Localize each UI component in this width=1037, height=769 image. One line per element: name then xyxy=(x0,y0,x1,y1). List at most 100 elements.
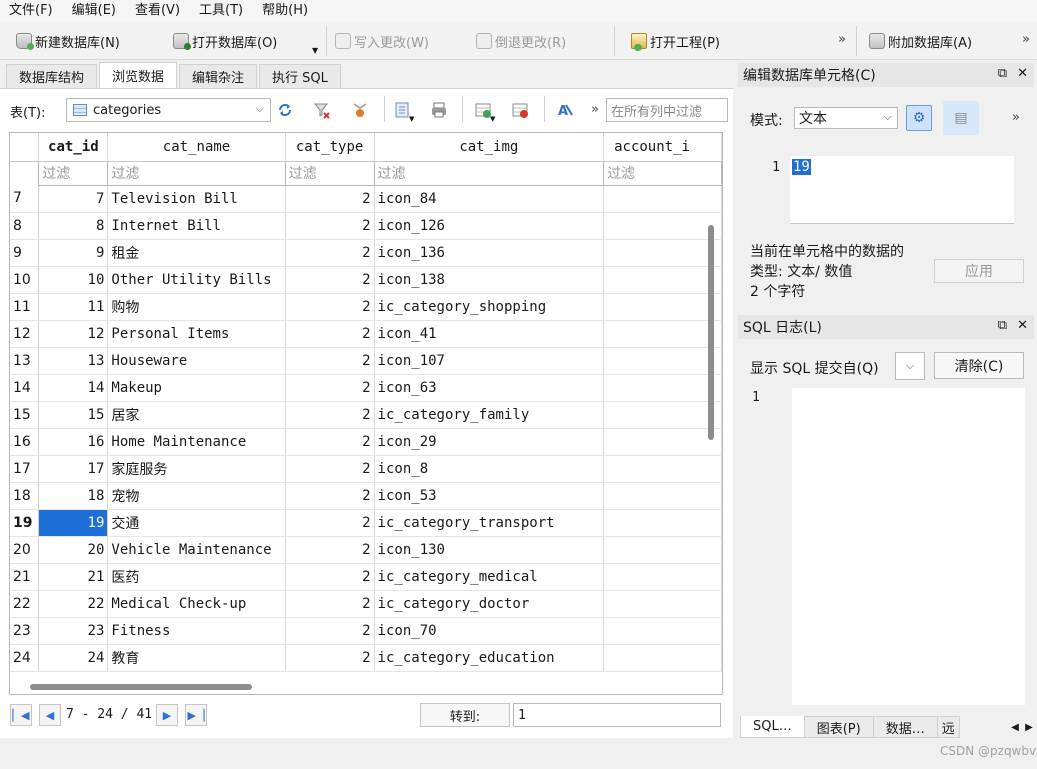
table-row[interactable]: 21 21 医药 2 ic_category_medical xyxy=(10,563,722,591)
horizontal-scrollbar[interactable] xyxy=(30,684,252,690)
row-number[interactable]: 20 xyxy=(10,536,40,564)
filter-cat-img[interactable]: 过滤 xyxy=(373,160,605,186)
insert-record-dropdown-icon[interactable]: ▼ xyxy=(490,115,495,123)
cell-cat-type[interactable]: 2 xyxy=(285,320,375,348)
open-database-dropdown-icon[interactable]: ▼ xyxy=(312,46,318,55)
cell-cat-type[interactable]: 2 xyxy=(285,590,375,618)
table-row[interactable]: 13 13 Houseware 2 icon_107 xyxy=(10,347,722,375)
tab-scroll-left-icon[interactable]: ◀ xyxy=(1008,717,1022,737)
next-page-button[interactable]: ▶ xyxy=(156,704,178,726)
row-number[interactable]: 10 xyxy=(10,266,40,294)
cell-cat-img[interactable]: icon_138 xyxy=(374,266,605,294)
toolbar-overflow-icon[interactable]: » xyxy=(838,32,846,47)
row-number[interactable]: 8 xyxy=(10,212,40,240)
close-icon[interactable]: ✕ xyxy=(1017,66,1028,81)
cell-cat-img[interactable]: ic_category_medical xyxy=(374,563,605,591)
cell-cat-img[interactable]: icon_70 xyxy=(374,617,605,645)
cell-cat-name[interactable]: 家庭服务 xyxy=(107,455,286,483)
row-number[interactable]: 24 xyxy=(10,644,40,672)
table-row[interactable]: 8 8 Internet Bill 2 icon_126 xyxy=(10,212,722,240)
tab-remote[interactable]: 远 xyxy=(936,716,960,738)
tab-database-structure[interactable]: 数据库结构 xyxy=(6,64,98,88)
menu-help[interactable]: 帮助(H) xyxy=(257,0,313,22)
cell-cat-type[interactable]: 2 xyxy=(285,212,375,240)
cell-account-id[interactable] xyxy=(603,455,722,483)
menu-tools[interactable]: 工具(T) xyxy=(194,0,248,22)
cell-cat-name[interactable]: Internet Bill xyxy=(107,212,286,240)
table-row[interactable]: 18 18 宠物 2 icon_53 xyxy=(10,482,722,510)
cell-cat-type[interactable]: 2 xyxy=(285,536,375,564)
vertical-scrollbar[interactable] xyxy=(708,225,714,440)
refresh-icon[interactable] xyxy=(276,101,294,119)
row-number[interactable]: 19 xyxy=(10,509,40,537)
cell-editor[interactable]: 1 19 xyxy=(762,156,1014,224)
row-number[interactable]: 21 xyxy=(10,563,40,591)
filter-cat-name[interactable]: 过滤 xyxy=(107,160,286,186)
row-number[interactable]: 15 xyxy=(10,401,40,429)
cell-cat-name[interactable]: 居家 xyxy=(107,401,286,429)
column-header-cat-type[interactable]: cat_type xyxy=(285,133,375,162)
table-select[interactable]: categories ⌵ xyxy=(66,98,271,122)
cell-cat-id[interactable]: 22 xyxy=(38,590,109,618)
goto-input[interactable]: 1 xyxy=(513,703,721,727)
delete-record-icon[interactable] xyxy=(511,101,529,119)
cell-cat-id[interactable]: 11 xyxy=(38,293,109,321)
cell-cat-type[interactable]: 2 xyxy=(285,347,375,375)
cell-cat-img[interactable]: icon_84 xyxy=(374,185,605,213)
cell-account-id[interactable] xyxy=(603,617,722,645)
column-header-cat-id[interactable]: cat_id xyxy=(38,133,109,162)
filter-cat-type[interactable]: 过滤 xyxy=(284,160,375,186)
table-row[interactable]: 20 20 Vehicle Maintenance 2 icon_130 xyxy=(10,536,722,564)
global-filter-input[interactable]: 在所有列中过滤 xyxy=(606,98,728,122)
cell-cat-type[interactable]: 2 xyxy=(285,509,375,537)
table-row[interactable]: 7 7 Television Bill 2 icon_84 xyxy=(10,185,722,213)
first-page-button[interactable]: ▏◀ xyxy=(10,704,32,726)
clear-filters-icon[interactable] xyxy=(313,101,331,119)
row-number[interactable]: 22 xyxy=(10,590,40,618)
mode-select[interactable]: 文本 ⌵ xyxy=(794,107,898,129)
cell-cat-id[interactable]: 23 xyxy=(38,617,109,645)
cell-cat-img[interactable]: ic_category_doctor xyxy=(374,590,605,618)
cell-cat-name[interactable]: Houseware xyxy=(107,347,286,375)
cell-cat-name[interactable]: 宠物 xyxy=(107,482,286,510)
table-row[interactable]: 19 19 交通 2 ic_category_transport xyxy=(10,509,722,537)
menu-edit[interactable]: 编辑(E) xyxy=(67,0,121,22)
cell-cat-name[interactable]: Vehicle Maintenance xyxy=(107,536,286,564)
tab-browse-data[interactable]: 浏览数据 xyxy=(99,62,178,88)
cell-cat-name[interactable]: Personal Items xyxy=(107,320,286,348)
cell-account-id[interactable] xyxy=(603,239,722,267)
row-number[interactable]: 18 xyxy=(10,482,40,510)
cell-cat-img[interactable]: icon_29 xyxy=(374,428,605,456)
cell-account-id[interactable] xyxy=(603,266,722,294)
row-number[interactable]: 7 xyxy=(10,185,40,213)
cell-cat-id[interactable]: 18 xyxy=(38,482,109,510)
cell-account-id[interactable] xyxy=(603,347,722,375)
cell-cat-img[interactable]: icon_107 xyxy=(374,347,605,375)
cell-cat-img[interactable]: ic_category_transport xyxy=(374,509,605,537)
cell-cat-img[interactable]: icon_126 xyxy=(374,212,605,240)
cell-cat-id[interactable]: 10 xyxy=(38,266,109,294)
cell-cat-name[interactable]: 租金 xyxy=(107,239,286,267)
cell-cat-id[interactable]: 8 xyxy=(38,212,109,240)
cell-cat-id[interactable]: 24 xyxy=(38,644,109,672)
cell-cat-id[interactable]: 12 xyxy=(38,320,109,348)
print-icon[interactable] xyxy=(430,101,448,119)
cell-cat-img[interactable]: icon_53 xyxy=(374,482,605,510)
table-row[interactable]: 17 17 家庭服务 2 icon_8 xyxy=(10,455,722,483)
cell-cat-type[interactable]: 2 xyxy=(285,401,375,429)
goto-button[interactable]: 转到: xyxy=(420,703,510,727)
cell-account-id[interactable] xyxy=(603,536,722,564)
cell-cat-id[interactable]: 7 xyxy=(38,185,109,213)
cell-account-id[interactable] xyxy=(603,374,722,402)
row-number[interactable]: 9 xyxy=(10,239,40,267)
cell-cat-id[interactable]: 9 xyxy=(38,239,109,267)
new-database-button[interactable]: 新建数据库(N) xyxy=(16,30,120,52)
cell-cat-type[interactable]: 2 xyxy=(285,293,375,321)
open-database-button[interactable]: 打开数据库(O) xyxy=(173,30,277,52)
table-row[interactable]: 9 9 租金 2 icon_136 xyxy=(10,239,722,267)
cell-cat-type[interactable]: 2 xyxy=(285,482,375,510)
cell-cat-img[interactable]: icon_41 xyxy=(374,320,605,348)
table-row[interactable]: 22 22 Medical Check-up 2 ic_category_doctor xyxy=(10,590,722,618)
tab-execute-sql[interactable]: 执行 SQL xyxy=(259,64,341,88)
cell-cat-img[interactable]: icon_63 xyxy=(374,374,605,402)
